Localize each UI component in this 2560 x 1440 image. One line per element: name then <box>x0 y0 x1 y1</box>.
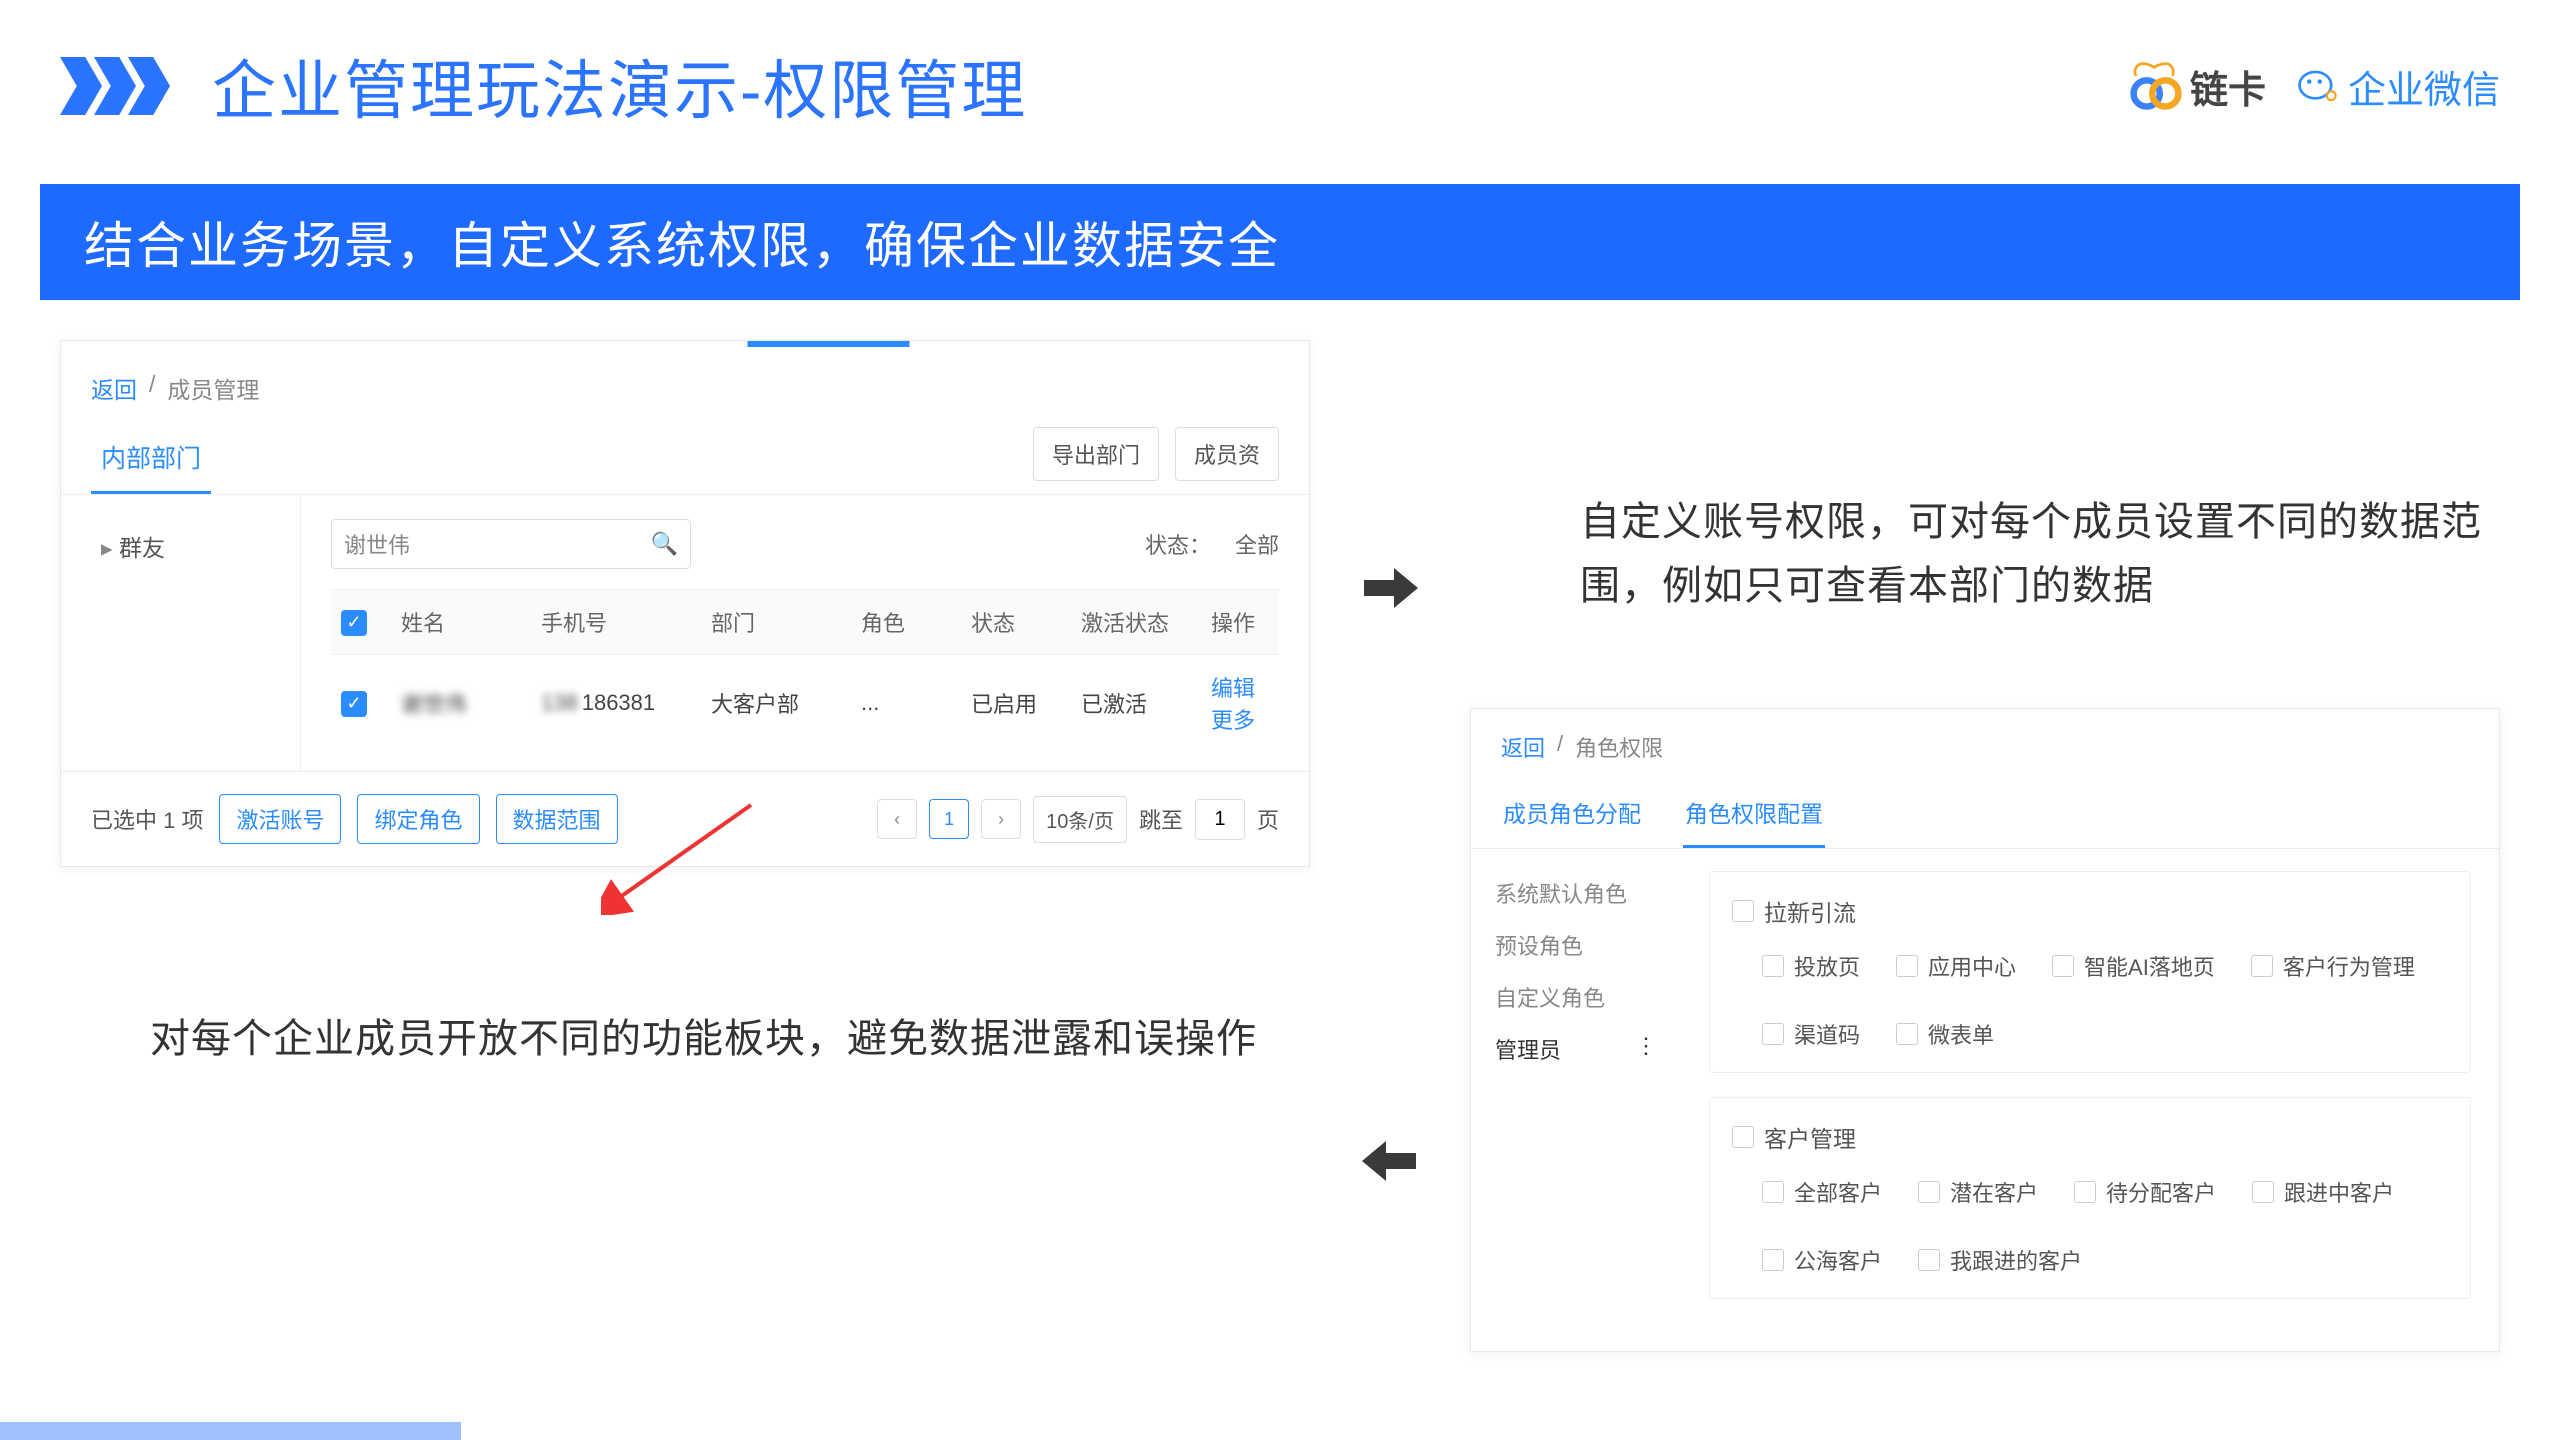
side-preset-role[interactable]: 预设角色 <box>1495 919 1657 971</box>
header-checkbox[interactable]: ✓ <box>341 610 367 636</box>
activate-account-button[interactable]: 激活账号 <box>219 794 341 844</box>
permission-checkbox[interactable] <box>1762 1181 1784 1203</box>
bind-role-button[interactable]: 绑定角色 <box>357 794 479 844</box>
permission-item[interactable]: 应用中心 <box>1896 950 2016 982</box>
permission-checkbox[interactable] <box>2252 1181 2274 1203</box>
permission-checkbox[interactable] <box>2074 1181 2096 1203</box>
callout-left: 对每个企业成员开放不同的功能板块，避免数据泄露和误操作 <box>150 1007 1310 1071</box>
pager: ‹ 1 › 10条/页 跳至 页 <box>877 796 1279 843</box>
edit-link[interactable]: 编辑 <box>1211 676 1255 701</box>
more-icon[interactable]: ⋮ <box>1635 1033 1657 1065</box>
breadcrumb-back[interactable]: 返回 <box>91 371 137 405</box>
row-checkbox[interactable]: ✓ <box>341 691 367 717</box>
breadcrumb2: 返回 / 角色权限 <box>1471 709 2499 781</box>
header-logos: 链卡 企业微信 <box>2128 58 2500 114</box>
breadcrumb2-back[interactable]: 返回 <box>1501 731 1545 763</box>
permission-checkbox[interactable] <box>2251 955 2273 977</box>
tab-role-assign[interactable]: 成员角色分配 <box>1501 781 1643 848</box>
role-sidebar: 系统默认角色 预设角色 自定义角色 管理员⋮ <box>1471 849 1681 1351</box>
permission-item[interactable]: 智能AI落地页 <box>2052 950 2215 982</box>
logo-wecom: 企业微信 <box>2296 59 2500 114</box>
permission-checkbox[interactable] <box>1918 1181 1940 1203</box>
subtitle-bar: 结合业务场景，自定义系统权限，确保企业数据安全 <box>40 184 2520 300</box>
pager-page-1[interactable]: 1 <box>929 799 969 839</box>
permission-item[interactable]: 全部客户 <box>1762 1176 1882 1208</box>
status-value[interactable]: 全部 <box>1235 528 1279 560</box>
permission-checkbox[interactable] <box>1762 1023 1784 1045</box>
breadcrumb-current: 成员管理 <box>167 371 259 405</box>
permission-item[interactable]: 公海客户 <box>1762 1244 1882 1276</box>
permission-item[interactable]: 我跟进的客户 <box>1918 1244 2082 1276</box>
pager-prev[interactable]: ‹ <box>877 799 917 839</box>
search-input[interactable]: 谢世伟 🔍 <box>331 519 691 569</box>
dept-tree: 群友 <box>61 495 301 771</box>
logo-lianka: 链卡 <box>2128 58 2266 114</box>
arrow-right-icon <box>1360 560 1420 625</box>
bottom-stripe <box>0 1422 2560 1440</box>
members-table: ✓ 姓名 手机号 部门 角色 状态 激活状态 操作 ✓ 谢世伟 13 <box>331 589 1279 751</box>
permission-checkbox[interactable] <box>2052 955 2074 977</box>
permission-item[interactable]: 客户行为管理 <box>2251 950 2415 982</box>
permission-item[interactable]: 潜在客户 <box>1918 1176 2038 1208</box>
permission-item[interactable]: 微表单 <box>1896 1018 1994 1050</box>
permission-checkbox[interactable] <box>1896 955 1918 977</box>
pager-jump-input[interactable] <box>1195 799 1245 840</box>
breadcrumb2-current: 角色权限 <box>1575 731 1663 763</box>
export-dept-button[interactable]: 导出部门 <box>1033 427 1159 481</box>
pager-size-select[interactable]: 10条/页 <box>1033 796 1127 843</box>
role-permission-panel: 返回 / 角色权限 成员角色分配 角色权限配置 系统默认角色 预设角色 自定义角… <box>1470 708 2500 1352</box>
pager-next[interactable]: › <box>981 799 1021 839</box>
tab-role-config[interactable]: 角色权限配置 <box>1683 781 1825 848</box>
side-sys-role[interactable]: 系统默认角色 <box>1495 867 1657 919</box>
member-profile-button[interactable]: 成员资 <box>1175 427 1279 481</box>
tab-internal-dept[interactable]: 内部部门 <box>91 425 211 494</box>
permission-groups: 拉新引流 投放页应用中心智能AI落地页客户行为管理渠道码微表单 客户管理 全部客… <box>1681 849 2499 1351</box>
permission-group-2: 客户管理 全部客户潜在客户待分配客户跟进中客户公海客户我跟进的客户 <box>1709 1097 2471 1299</box>
status-label: 状态： <box>1145 528 1211 560</box>
more-link[interactable]: 更多 <box>1211 708 1255 733</box>
permission-checkbox[interactable] <box>1762 955 1784 977</box>
permission-item[interactable]: 待分配客户 <box>2074 1176 2216 1208</box>
callout-right: 自定义账号权限，可对每个成员设置不同的数据范围，例如只可查看本部门的数据 <box>1580 490 2500 618</box>
permission-item[interactable]: 投放页 <box>1762 950 1860 982</box>
permission-checkbox[interactable] <box>1762 1249 1784 1271</box>
slide-title: 企业管理玩法演示-权限管理 <box>212 40 1027 132</box>
table-row: ✓ 谢世伟 138186381 大客户部 ... 已启用 已激活 编辑 更多 <box>331 654 1279 751</box>
group2-checkbox[interactable] <box>1732 1126 1754 1148</box>
side-admin-role[interactable]: 管理员⋮ <box>1495 1023 1657 1075</box>
permission-group-1: 拉新引流 投放页应用中心智能AI落地页客户行为管理渠道码微表单 <box>1709 871 2471 1073</box>
side-custom-role[interactable]: 自定义角色 <box>1495 971 1657 1023</box>
group1-checkbox[interactable] <box>1732 900 1754 922</box>
member-mgmt-panel: 返回 / 成员管理 内部部门 导出部门 成员资 群友 谢世伟 <box>60 340 1310 867</box>
permission-checkbox[interactable] <box>1918 1249 1940 1271</box>
search-icon: 🔍 <box>651 531 678 557</box>
data-scope-button[interactable]: 数据范围 <box>496 794 618 844</box>
permission-item[interactable]: 跟进中客户 <box>2252 1176 2394 1208</box>
panel-footer: 已选中 1 项 激活账号 绑定角色 数据范围 ‹ 1 › 10条/页 跳至 页 <box>61 771 1309 866</box>
arrow-left-icon <box>1360 1133 1420 1198</box>
table-header: ✓ 姓名 手机号 部门 角色 状态 激活状态 操作 <box>331 589 1279 654</box>
selected-count: 已选中 1 项 <box>91 803 203 835</box>
permission-item[interactable]: 渠道码 <box>1762 1018 1860 1050</box>
permission-checkbox[interactable] <box>1896 1023 1918 1045</box>
header-chevrons <box>60 57 162 115</box>
breadcrumb: 返回 / 成员管理 <box>61 347 1309 425</box>
tree-item-group[interactable]: 群友 <box>81 519 280 573</box>
